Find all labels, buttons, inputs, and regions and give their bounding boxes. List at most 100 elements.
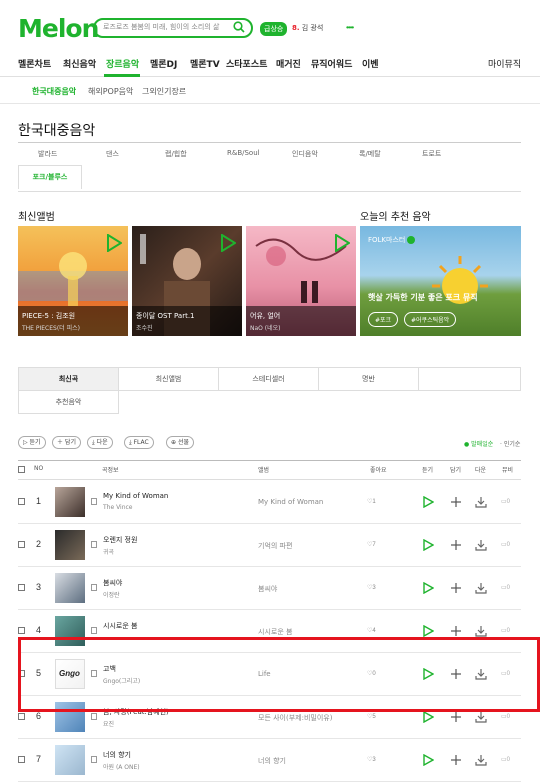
like-button[interactable]: ♡5 — [367, 713, 376, 720]
gnb-my-music[interactable]: 마이뮤직 — [488, 57, 521, 70]
add-icon[interactable] — [450, 539, 462, 551]
add-icon[interactable] — [450, 582, 462, 594]
tab-latest-albums[interactable]: 최신앨범 — [118, 367, 219, 391]
melon-logo[interactable]: Melon — [18, 14, 99, 43]
song-info-icon[interactable] — [91, 627, 97, 634]
play-icon[interactable] — [422, 625, 434, 637]
like-button[interactable]: ♡3 — [367, 584, 376, 591]
sub-nav-pop[interactable]: 해외POP음악 — [88, 86, 133, 97]
tag-acoustic[interactable]: #어쿠스틱음악 — [404, 312, 457, 327]
download-all-button[interactable]: ⤓ 다운 — [87, 436, 113, 449]
gnb-music-awards[interactable]: 뮤직어워드 — [311, 57, 352, 70]
mv-button[interactable]: ▭0 — [501, 713, 510, 720]
song-title[interactable]: 너의 향기 — [103, 750, 131, 760]
mv-button[interactable]: ▭0 — [501, 584, 510, 591]
gnb-star-post[interactable]: 스타포스트 — [226, 57, 267, 70]
sort-by-popularity[interactable]: · 인기순 — [500, 439, 520, 448]
download-icon[interactable] — [475, 539, 487, 551]
genre-rnb[interactable]: R&B/Soul — [227, 149, 260, 157]
download-icon[interactable] — [475, 496, 487, 508]
like-button[interactable]: ♡4 — [367, 627, 376, 634]
like-button[interactable]: ♡1 — [367, 498, 376, 505]
gnb-melon-dj[interactable]: 멜론DJ — [150, 57, 177, 70]
gnb-new-music[interactable]: 최신음악 — [63, 57, 96, 70]
add-icon[interactable] — [450, 711, 462, 723]
song-artist[interactable]: The Vince — [103, 504, 133, 511]
tab-steady-seller[interactable]: 스테디셀러 — [218, 367, 319, 391]
tab-recommended[interactable]: 추천음악 — [18, 390, 119, 414]
genre-rock[interactable]: 록/메탈 — [359, 149, 381, 159]
tag-folk[interactable]: #포크 — [368, 312, 399, 327]
tab-masterpiece[interactable]: 명반 — [318, 367, 419, 391]
sub-nav-other[interactable]: 그외인기장르 — [142, 86, 186, 97]
song-album[interactable]: 봄씨야 — [258, 584, 277, 594]
play-icon[interactable] — [422, 711, 434, 723]
play-icon[interactable] — [422, 582, 434, 594]
row-album-thumb[interactable] — [55, 487, 85, 517]
recommend-card[interactable]: FOLK마스터 햇살 가득한 기분 좋은 포크 뮤직 #포크 #어쿠스틱음악 — [360, 226, 521, 336]
trend-keyword[interactable]: 8. 김 광석 — [292, 23, 323, 33]
flac-button[interactable]: ⤓ FLAC — [124, 436, 154, 449]
song-album[interactable]: 시시로운 봄 — [258, 627, 292, 637]
album-card[interactable]: 종이달 OST Part.1 조수진 — [132, 226, 242, 336]
like-button[interactable]: ♡3 — [367, 756, 376, 763]
gnb-event[interactable]: 이벤 — [362, 57, 379, 70]
song-album[interactable]: 너의 향기 — [258, 756, 286, 766]
sub-nav-korean[interactable]: 한국대중음악 — [32, 86, 76, 97]
play-icon[interactable] — [422, 754, 434, 766]
album-title[interactable]: 종이달 OST Part.1 — [136, 311, 195, 321]
gnb-melon-chart[interactable]: 멜론차트 — [18, 57, 51, 70]
song-artist[interactable]: 귀곡 — [103, 547, 114, 556]
play-icon[interactable] — [422, 539, 434, 551]
more-dots-icon[interactable]: •••• — [346, 23, 354, 32]
tab-latest-songs[interactable]: 최신곡 — [18, 367, 119, 391]
download-icon[interactable] — [475, 625, 487, 637]
genre-folk-selected[interactable]: 포크/블루스 — [18, 165, 82, 189]
song-artist[interactable]: 이정란 — [103, 590, 120, 599]
gnb-magazine[interactable]: 매거진 — [276, 57, 301, 70]
play-icon[interactable] — [106, 234, 122, 252]
song-info-icon[interactable] — [91, 541, 97, 548]
row-checkbox[interactable] — [18, 713, 25, 720]
row-checkbox[interactable] — [18, 627, 25, 634]
song-album[interactable]: 기억의 파편 — [258, 541, 292, 551]
song-info-icon[interactable] — [91, 756, 97, 763]
song-info-icon[interactable] — [91, 498, 97, 505]
play-icon[interactable] — [422, 496, 434, 508]
album-artist[interactable]: THE PIECES(더 피스) — [22, 323, 80, 332]
genre-indie[interactable]: 인디음악 — [292, 149, 318, 159]
row-checkbox[interactable] — [18, 498, 25, 505]
song-title[interactable]: 시시로운 봄 — [103, 621, 137, 631]
album-artist[interactable]: 조수진 — [136, 323, 153, 332]
gnb-genre-music[interactable]: 장르음악 — [106, 57, 139, 70]
song-info-icon[interactable] — [91, 584, 97, 591]
mv-button[interactable]: ▭0 — [501, 541, 510, 548]
row-album-thumb[interactable] — [55, 530, 85, 560]
song-title[interactable]: 봄씨야 — [103, 578, 122, 588]
play-icon[interactable] — [220, 234, 236, 252]
album-card[interactable]: 어유, 얼어 NaO (네오) — [246, 226, 356, 336]
row-album-thumb[interactable] — [55, 573, 85, 603]
song-title[interactable]: My Kind of Woman — [103, 492, 168, 500]
channel-name[interactable]: FOLK마스터 — [368, 235, 416, 245]
search-input[interactable]: 로즈로즈 봄봄의 미래, 힘이의 소리의 삶 — [93, 18, 253, 38]
download-icon[interactable] — [475, 754, 487, 766]
like-button[interactable]: ♡7 — [367, 541, 376, 548]
add-all-button[interactable]: ＋ 담기 — [52, 436, 81, 449]
genre-trot[interactable]: 트로트 — [422, 149, 441, 159]
recommend-headline[interactable]: 햇살 가득한 기분 좋은 포크 뮤직 — [368, 292, 478, 303]
song-artist[interactable]: 요진 — [103, 719, 114, 728]
album-title[interactable]: 어유, 얼어 — [250, 311, 280, 321]
song-title[interactable]: 오렌지 정원 — [103, 535, 137, 545]
song-artist[interactable]: 아원 (A ONE) — [103, 762, 140, 771]
album-card[interactable]: PIECE-5 : 김조원 THE PIECES(더 피스) — [18, 226, 128, 336]
song-album[interactable]: 모든 사이(부제:비밀이유) — [258, 713, 332, 723]
row-checkbox[interactable] — [18, 756, 25, 763]
row-album-thumb[interactable] — [55, 745, 85, 775]
add-icon[interactable] — [450, 625, 462, 637]
song-info-icon[interactable] — [91, 713, 97, 720]
song-album[interactable]: My Kind of Woman — [258, 498, 323, 506]
gift-button[interactable]: ⊕ 선물 — [166, 436, 194, 449]
download-icon[interactable] — [475, 582, 487, 594]
play-icon[interactable] — [334, 234, 350, 252]
